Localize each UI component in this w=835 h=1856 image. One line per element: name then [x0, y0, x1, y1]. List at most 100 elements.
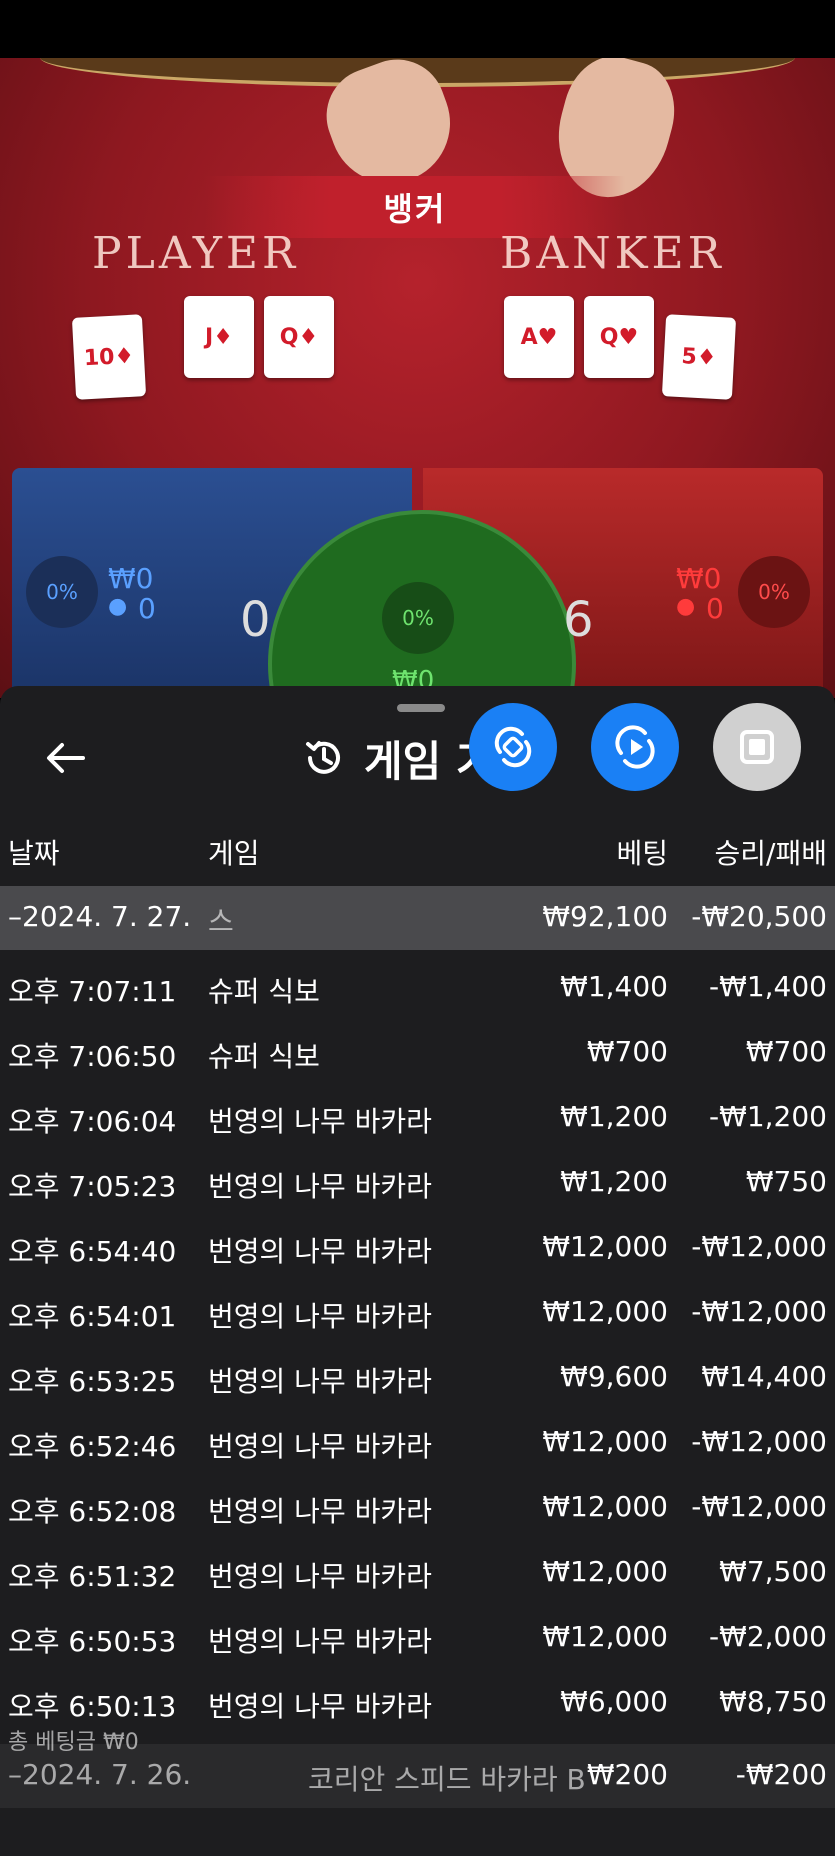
- row-game: 슈퍼 식보: [208, 975, 320, 1008]
- row-winloss: -₩12,000: [691, 1425, 827, 1458]
- back-button[interactable]: [40, 738, 90, 778]
- player-percentage: 0%: [26, 556, 98, 628]
- row-bet: ₩6,000: [560, 1685, 668, 1718]
- row-bet: ₩12,000: [542, 1295, 668, 1328]
- back-arrow-icon: [47, 743, 85, 773]
- history-row[interactable]: 오후 6:52:08 번영의 나무 바카라 ₩12,000 -₩12,000: [0, 1478, 835, 1536]
- row-bet: ₩12,000: [542, 1425, 668, 1458]
- tie-percentage: 0%: [382, 582, 454, 654]
- banker-count: 0: [706, 592, 724, 625]
- group-winloss: -₩200: [735, 1758, 827, 1791]
- replay-icon: [615, 725, 655, 769]
- banker-amount: ₩0: [676, 562, 722, 595]
- row-winloss: -₩1,200: [709, 1100, 827, 1133]
- rotate-button[interactable]: [469, 703, 557, 791]
- row-game: 번영의 나무 바카라: [208, 1495, 432, 1528]
- history-row[interactable]: 오후 6:52:46 번영의 나무 바카라 ₩12,000 -₩12,000: [0, 1413, 835, 1471]
- player-card: Q♦: [264, 296, 334, 378]
- sheet-drag-handle[interactable]: [397, 704, 445, 712]
- row-bet: ₩1,400: [560, 970, 668, 1003]
- person-icon: ●: [676, 594, 696, 619]
- row-time: 오후 6:53:25: [8, 1365, 177, 1398]
- history-row[interactable]: 오후 6:50:13 번영의 나무 바카라 ₩6,000 ₩8,750: [0, 1673, 835, 1731]
- row-game: 번영의 나무 바카라: [208, 1300, 432, 1333]
- row-winloss: ₩750: [745, 1165, 827, 1198]
- status-bar: [0, 0, 835, 58]
- player-title: PLAYER: [92, 228, 300, 279]
- row-time: 오후 6:51:32: [8, 1560, 177, 1593]
- history-row[interactable]: 오후 7:07:11 슈퍼 식보 ₩1,400 -₩1,400: [0, 958, 835, 1016]
- group-game: 스: [208, 905, 234, 938]
- stop-button[interactable]: [713, 703, 801, 791]
- row-game: 번영의 나무 바카라: [208, 1560, 432, 1593]
- group-bet: ₩200: [586, 1758, 668, 1791]
- player-count: 0: [138, 592, 156, 625]
- group-date: –2024. 7. 26.: [8, 1758, 192, 1791]
- row-time: 오후 6:52:08: [8, 1495, 177, 1528]
- row-game: 번영의 나무 바카라: [208, 1430, 432, 1463]
- player-card: J♦: [184, 296, 254, 378]
- row-time: 오후 6:50:13: [8, 1690, 177, 1723]
- player-score: 0: [240, 592, 271, 648]
- row-game: 번영의 나무 바카라: [208, 1235, 432, 1268]
- banker-card: Q♥: [584, 296, 654, 378]
- history-row[interactable]: 오후 6:54:40 번영의 나무 바카라 ₩12,000 -₩12,000: [0, 1218, 835, 1276]
- replay-button[interactable]: [591, 703, 679, 791]
- row-time: 오후 6:50:53: [8, 1625, 177, 1658]
- row-winloss: ₩14,400: [701, 1360, 827, 1393]
- row-bet: ₩12,000: [542, 1620, 668, 1653]
- row-bet: ₩1,200: [560, 1165, 668, 1198]
- row-time: 오후 7:06:50: [8, 1040, 177, 1073]
- row-winloss: -₩12,000: [691, 1230, 827, 1263]
- row-winloss: -₩2,000: [709, 1620, 827, 1653]
- row-bet: ₩700: [586, 1035, 668, 1068]
- row-time: 오후 7:06:04: [8, 1105, 177, 1138]
- banker-score: 6: [563, 592, 594, 648]
- row-winloss: ₩7,500: [719, 1555, 827, 1588]
- row-time: 오후 6:54:01: [8, 1300, 177, 1333]
- banker-card: 5♦: [661, 314, 737, 400]
- history-row[interactable]: 오후 6:54:01 번영의 나무 바카라 ₩12,000 -₩12,000: [0, 1283, 835, 1341]
- column-header-date: 날짜: [8, 837, 60, 870]
- banker-card: A♥: [504, 296, 574, 378]
- row-bet: ₩12,000: [542, 1555, 668, 1588]
- row-game: 번영의 나무 바카라: [208, 1105, 432, 1138]
- row-bet: ₩12,000: [542, 1490, 668, 1523]
- history-row[interactable]: 오후 6:53:25 번영의 나무 바카라 ₩9,600 ₩14,400: [0, 1348, 835, 1406]
- player-card: 10♦: [71, 314, 147, 400]
- row-game: 번영의 나무 바카라: [208, 1170, 432, 1203]
- stop-icon: [740, 730, 774, 764]
- row-winloss: ₩700: [745, 1035, 827, 1068]
- banker-title: BANKER: [500, 228, 725, 279]
- row-bet: ₩9,600: [560, 1360, 668, 1393]
- group-bet: ₩92,100: [542, 900, 668, 933]
- history-row[interactable]: 오후 6:51:32 번영의 나무 바카라 ₩12,000 ₩7,500: [0, 1543, 835, 1601]
- row-winloss: -₩12,000: [691, 1295, 827, 1328]
- row-time: 오후 6:54:40: [8, 1235, 177, 1268]
- history-row[interactable]: 오후 6:50:53 번영의 나무 바카라 ₩12,000 -₩2,000: [0, 1608, 835, 1666]
- group-date: –2024. 7. 27.: [8, 900, 192, 933]
- row-game: 슈퍼 식보: [208, 1040, 320, 1073]
- column-header-game: 게임: [208, 837, 260, 870]
- row-winloss: ₩8,750: [719, 1685, 827, 1718]
- history-row[interactable]: 오후 7:05:23 번영의 나무 바카라 ₩1,200 ₩750: [0, 1153, 835, 1211]
- row-time: 오후 7:05:23: [8, 1170, 177, 1203]
- row-game: 번영의 나무 바카라: [208, 1625, 432, 1658]
- history-row[interactable]: 오후 7:06:04 번영의 나무 바카라 ₩1,200 -₩1,200: [0, 1088, 835, 1146]
- history-icon: [306, 741, 340, 774]
- row-bet: ₩12,000: [542, 1230, 668, 1263]
- row-winloss: -₩12,000: [691, 1490, 827, 1523]
- group-game: 코리안 스피드 바카라 B: [308, 1763, 586, 1796]
- rotate-icon: [494, 726, 532, 768]
- column-header-winloss: 승리/패배: [714, 837, 827, 870]
- row-time: 오후 6:52:46: [8, 1430, 177, 1463]
- row-game: 번영의 나무 바카라: [208, 1365, 432, 1398]
- row-winloss: -₩1,400: [709, 970, 827, 1003]
- group-winloss: -₩20,500: [691, 900, 827, 933]
- banker-percentage: 0%: [738, 556, 810, 628]
- row-time: 오후 7:07:11: [8, 975, 177, 1008]
- sheet-header: 게임 기: [302, 730, 495, 786]
- total-bet-label: 총 베팅금 ₩0: [8, 1730, 139, 1755]
- date-group-row[interactable]: –2024. 7. 27. 스 ₩92,100 -₩20,500: [0, 886, 835, 950]
- history-row[interactable]: 오후 7:06:50 슈퍼 식보 ₩700 ₩700: [0, 1023, 835, 1081]
